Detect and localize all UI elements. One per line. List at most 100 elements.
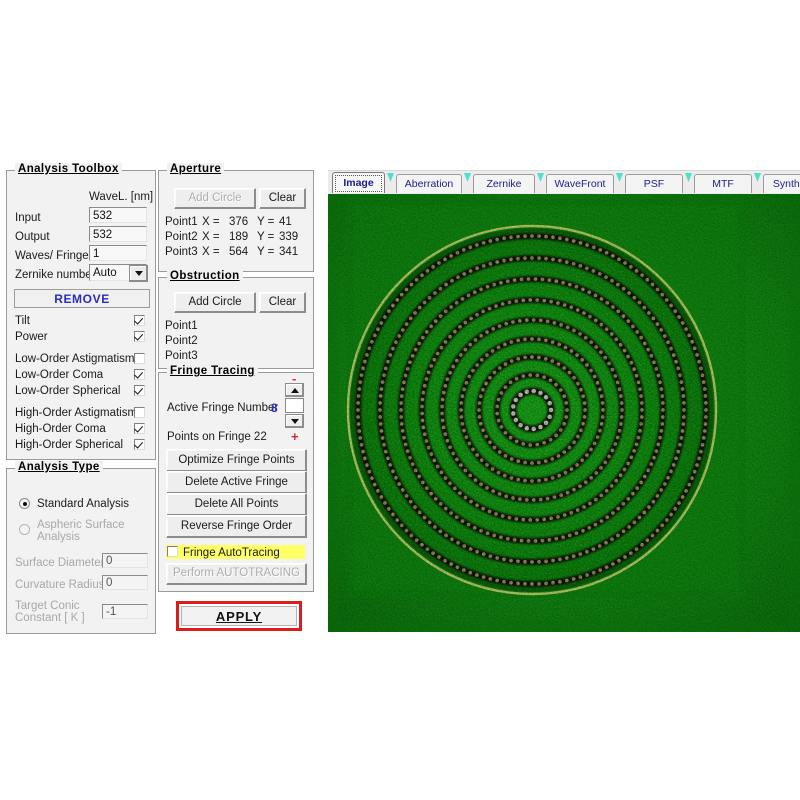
tab-image[interactable]: Image bbox=[332, 172, 385, 193]
aperture-clear-button[interactable]: Clear bbox=[259, 188, 306, 209]
tab-separator-icon bbox=[754, 173, 761, 182]
surface-diameter-field[interactable]: 0 bbox=[102, 553, 148, 568]
triangle-up-icon bbox=[291, 388, 299, 393]
tab-mtf[interactable]: MTF bbox=[694, 174, 752, 193]
tab-psf[interactable]: PSF bbox=[625, 174, 683, 193]
curvature-radius-field[interactable]: 0 bbox=[102, 575, 148, 590]
aperture-point3-name: Point3 bbox=[165, 246, 198, 259]
waves-per-fringe-label: Waves/ Fringe bbox=[15, 250, 89, 263]
spinner-down-button[interactable] bbox=[285, 414, 304, 428]
tab-separator-icon bbox=[537, 173, 544, 182]
zernike-number-label: Zernike number bbox=[15, 269, 96, 282]
optimize-fringe-points-button[interactable]: Optimize Fringe Points bbox=[166, 449, 307, 472]
delete-active-fringe-button[interactable]: Delete Active Fringe bbox=[166, 471, 307, 494]
term-checkbox-tilt[interactable] bbox=[134, 315, 145, 326]
active-fringe-number-value: 8 bbox=[271, 401, 278, 415]
tab-separator-icon bbox=[464, 173, 471, 182]
fringe-tracing-legend: Fringe Tracing bbox=[167, 365, 258, 377]
aperture-point1-x-value: 376 bbox=[229, 216, 248, 229]
tab-label-wavefront: WaveFront bbox=[555, 178, 606, 190]
radio-label-standard-analysis: Standard Analysis bbox=[37, 498, 129, 511]
tab-focus-ring bbox=[335, 175, 382, 192]
fringe-autotracing-checkbox[interactable] bbox=[167, 546, 178, 557]
tab-separator-icon bbox=[387, 173, 394, 182]
target-conic-constant-field[interactable]: -1 bbox=[102, 604, 148, 619]
interferogram-image[interactable] bbox=[328, 194, 800, 632]
triangle-down-icon bbox=[291, 419, 299, 424]
aperture-point2-x-label: X = bbox=[202, 231, 220, 244]
term-checkbox-low-order-spherical[interactable] bbox=[134, 385, 145, 396]
aperture-legend: Aperture bbox=[167, 163, 224, 175]
aperture-point3-y-label: Y = bbox=[257, 246, 274, 259]
tab-zernike[interactable]: Zernike bbox=[473, 174, 535, 193]
term-label-low-order-spherical: Low-Order Spherical bbox=[15, 385, 120, 398]
term-label-tilt: Tilt bbox=[15, 315, 30, 328]
term-label-high-order-spherical: High-Order Spherical bbox=[15, 439, 123, 452]
tab-aberration[interactable]: Aberration bbox=[396, 174, 462, 193]
application-window: Analysis Toolbox WaveL. [nm] Input 532 O… bbox=[0, 0, 800, 800]
tab-label-mtf: MTF bbox=[712, 178, 734, 190]
fringe-number-spinbox[interactable] bbox=[285, 398, 304, 413]
obstruction-point3: Point3 bbox=[165, 350, 198, 363]
input-label: Input bbox=[15, 212, 41, 225]
apply-button-frame: APPLY bbox=[176, 601, 302, 631]
aperture-point1-y-label: Y = bbox=[257, 216, 274, 229]
obstruction-group: Obstruction Add Circle Clear Point1 Poin… bbox=[158, 277, 314, 369]
tab-separator-icon bbox=[685, 173, 692, 182]
tab-synthetic[interactable]: Synthetic bbox=[763, 174, 800, 193]
input-wavelength-field[interactable]: 532 bbox=[89, 207, 147, 223]
term-checkbox-high-order-astigmatism[interactable] bbox=[134, 407, 145, 418]
tab-label-synthetic: Synthetic bbox=[773, 178, 800, 190]
aperture-point2-y-value: 339 bbox=[279, 231, 298, 244]
perform-autotracing-button[interactable]: Perform AUTOTRACING bbox=[166, 563, 307, 585]
delete-all-points-button[interactable]: Delete All Points bbox=[166, 493, 307, 516]
output-wavelength-field[interactable]: 532 bbox=[89, 226, 147, 242]
obstruction-add-circle-button[interactable]: Add Circle bbox=[174, 292, 256, 313]
aperture-add-circle-button[interactable]: Add Circle bbox=[174, 188, 256, 209]
fringe-tracing-group: Fringe Tracing - + Active Fringe Number … bbox=[158, 372, 314, 592]
aperture-point1-name: Point1 bbox=[165, 216, 198, 229]
analysis-type-group: Analysis Type Standard Analysis Aspheric… bbox=[6, 468, 156, 634]
aperture-point3-x-value: 564 bbox=[229, 246, 248, 259]
tab-label-zernike: Zernike bbox=[486, 178, 521, 190]
spinner-up-button[interactable] bbox=[285, 383, 304, 397]
aperture-point3-y-value: 341 bbox=[279, 246, 298, 259]
term-label-high-order-astigmatism: High-Order Astigmatism bbox=[15, 407, 137, 420]
remove-button[interactable]: REMOVE bbox=[14, 289, 150, 308]
term-checkbox-low-order-astigmatism[interactable] bbox=[134, 353, 145, 364]
term-label-low-order-astigmatism: Low-Order Astigmatism bbox=[15, 353, 135, 366]
analysis-type-legend: Analysis Type bbox=[15, 461, 103, 473]
interferogram-canvas bbox=[328, 194, 800, 632]
active-fringe-number-label: Active Fringe Number bbox=[167, 402, 278, 415]
tab-label-psf: PSF bbox=[644, 178, 664, 190]
obstruction-clear-button[interactable]: Clear bbox=[259, 292, 306, 313]
aperture-point2-name: Point2 bbox=[165, 231, 198, 244]
increment-glyph[interactable]: + bbox=[291, 430, 299, 443]
tab-label-aberration: Aberration bbox=[405, 178, 453, 190]
aperture-point2-x-value: 189 bbox=[229, 231, 248, 244]
target-conic-label-line2: Constant [ K ] bbox=[15, 612, 85, 625]
aperture-point3-x-label: X = bbox=[202, 246, 220, 259]
aperture-point2-y-label: Y = bbox=[257, 231, 274, 244]
obstruction-legend: Obstruction bbox=[167, 270, 243, 282]
term-label-high-order-coma: High-Order Coma bbox=[15, 423, 106, 436]
term-checkbox-low-order-coma[interactable] bbox=[134, 369, 145, 380]
term-checkbox-high-order-coma[interactable] bbox=[134, 423, 145, 434]
tab-wavefront[interactable]: WaveFront bbox=[546, 174, 614, 193]
waves-per-fringe-field[interactable]: 1 bbox=[89, 245, 147, 261]
fringe-autotracing-label: Fringe AutoTracing bbox=[183, 547, 280, 560]
aperture-point1-y-value: 41 bbox=[279, 216, 292, 229]
radio-standard-analysis[interactable] bbox=[19, 498, 30, 509]
output-label: Output bbox=[15, 231, 50, 244]
aperture-group: Aperture Add Circle Clear Point1 X = 376… bbox=[158, 170, 314, 272]
points-on-fringe-label: Points on Fringe 22 bbox=[167, 431, 267, 444]
radio-label-aspheric-line2: Analysis bbox=[37, 531, 80, 544]
reverse-fringe-order-button[interactable]: Reverse Fringe Order bbox=[166, 515, 307, 538]
apply-button[interactable]: APPLY bbox=[181, 606, 297, 626]
tab-separator-icon bbox=[616, 173, 623, 182]
term-checkbox-high-order-spherical[interactable] bbox=[134, 439, 145, 450]
radio-aspheric-surface-analysis[interactable] bbox=[19, 524, 30, 535]
term-checkbox-power[interactable] bbox=[134, 331, 145, 342]
chevron-down-icon[interactable] bbox=[129, 265, 148, 282]
tab-strip: Image Aberration Zernike WaveFront PSF M… bbox=[328, 170, 800, 196]
